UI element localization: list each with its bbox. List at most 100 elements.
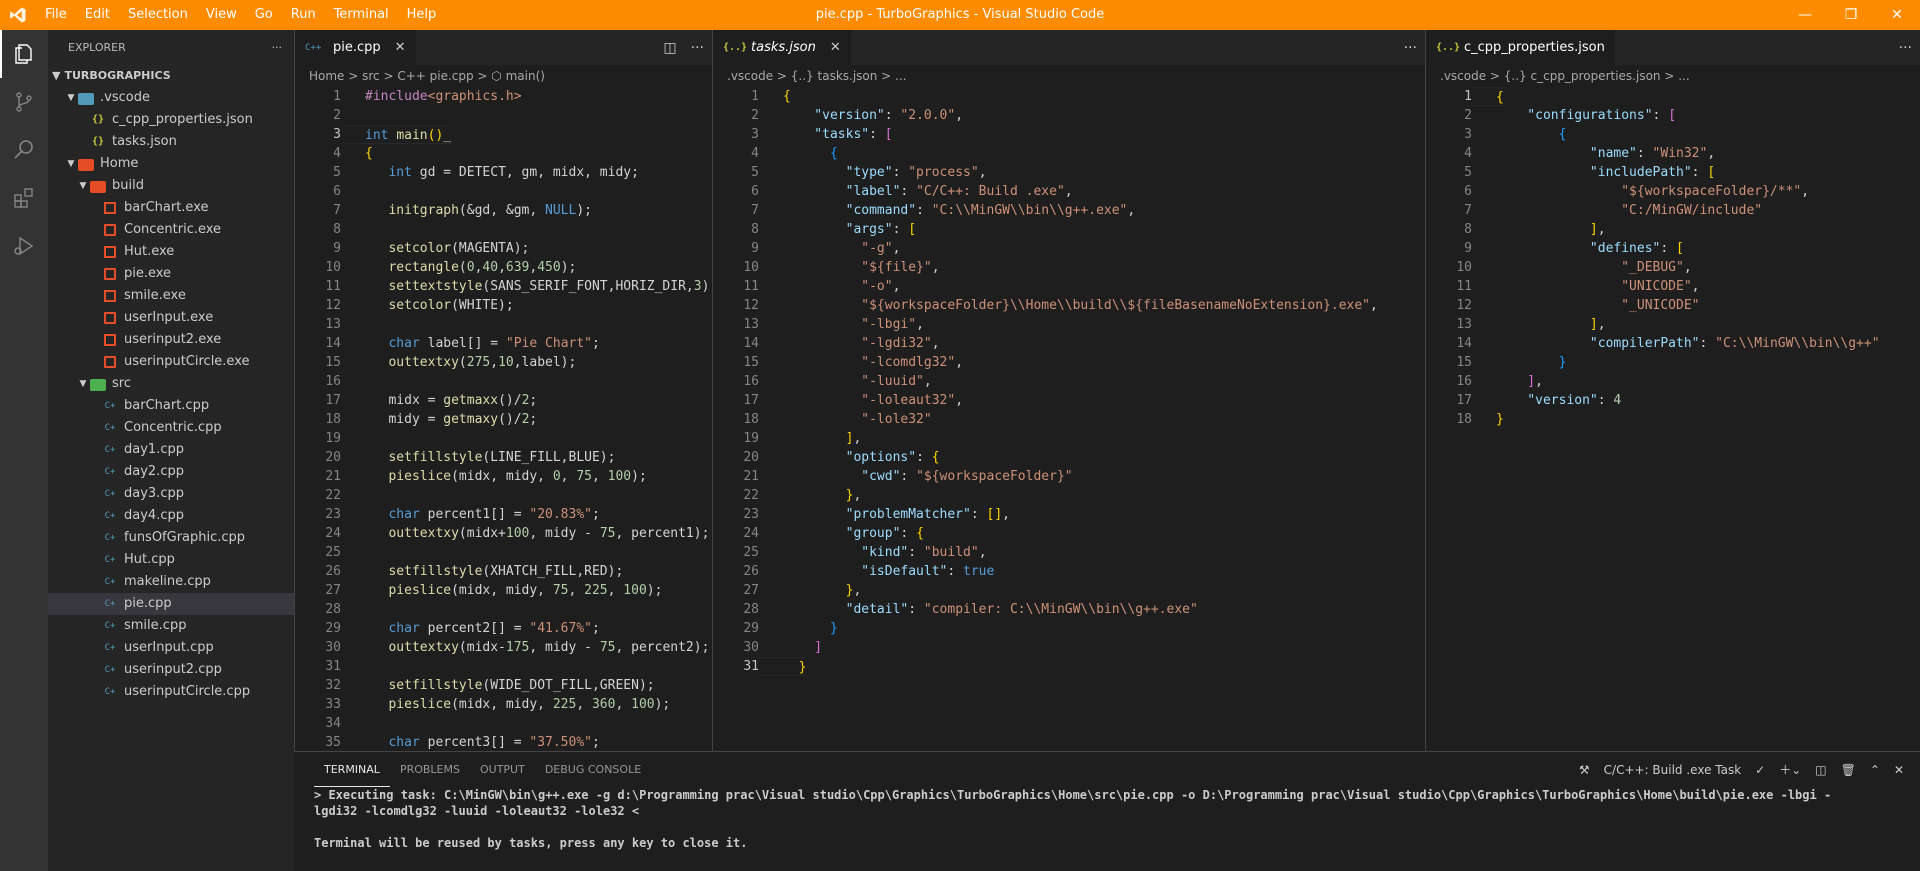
code-line[interactable]: 28 "detail": "compiler: C:\\MinGW\\bin\\… — [713, 600, 1425, 619]
panel-tab-output[interactable]: OUTPUT — [470, 752, 535, 787]
tree-folder[interactable]: ▼ .vscode — [48, 87, 294, 109]
code-line[interactable]: 19 ], — [713, 429, 1425, 448]
more-actions-icon[interactable]: ··· — [691, 40, 704, 56]
tree-folder[interactable]: ▼ src — [48, 373, 294, 395]
code-line[interactable]: 22 }, — [713, 486, 1425, 505]
code-line[interactable]: 15 } — [1426, 353, 1920, 372]
code-line[interactable]: 9 "-g", — [713, 239, 1425, 258]
menu-go[interactable]: Go — [246, 0, 282, 30]
trash-icon[interactable]: 🗑 — [1841, 763, 1856, 777]
restore-icon[interactable]: ❐ — [1828, 0, 1874, 30]
code-line[interactable]: 28 — [295, 600, 712, 619]
breadcrumb[interactable]: .vscode > {..} tasks.json > ... — [713, 65, 1425, 87]
run-debug-icon[interactable] — [0, 222, 48, 270]
code-line[interactable]: 2 "configurations": [ — [1426, 106, 1920, 125]
tree-file[interactable]: Hut.exe — [48, 241, 294, 263]
tree-file[interactable]: userinputCircle.exe — [48, 351, 294, 373]
tree-file[interactable]: userinput2.exe — [48, 329, 294, 351]
tree-file[interactable]: barChart.exe — [48, 197, 294, 219]
code-line[interactable]: 1 #include<graphics.h> — [295, 87, 712, 106]
code-line[interactable]: 1{ — [713, 87, 1425, 106]
workspace-root[interactable]: ▼ TURBOGRAPHICS — [48, 65, 294, 87]
code-line[interactable]: 7 "C:/MinGW/include" — [1426, 201, 1920, 220]
code-line[interactable]: 23 "problemMatcher": [], — [713, 505, 1425, 524]
search-icon[interactable] — [0, 126, 48, 174]
code-line[interactable]: 15 "-lcomdlg32", — [713, 353, 1425, 372]
code-line[interactable]: 3 int main()_ — [295, 125, 712, 144]
code-line[interactable]: 6 — [295, 182, 712, 201]
tree-file[interactable]: C+ pie.cpp — [48, 593, 294, 615]
tab-pie-cpp[interactable]: C++ pie.cpp ✕ — [295, 30, 417, 65]
code-line[interactable]: 27 pieslice(midx, midy, 75, 225, 100); — [295, 581, 712, 600]
tree-file[interactable]: C+ day3.cpp — [48, 483, 294, 505]
panel-tab-debug-console[interactable]: DEBUG CONSOLE — [535, 752, 651, 787]
code-line[interactable]: 18} — [1426, 410, 1920, 429]
close-icon[interactable]: ✕ — [395, 40, 406, 55]
code-line[interactable]: 3 "tasks": [ — [713, 125, 1425, 144]
code-line[interactable]: 12 "${workspaceFolder}\\Home\\build\\${f… — [713, 296, 1425, 315]
more-actions-icon[interactable]: ··· — [1404, 40, 1417, 56]
tree-file[interactable]: {} tasks.json — [48, 131, 294, 153]
code-line[interactable]: 3 { — [1426, 125, 1920, 144]
tree-file[interactable]: pie.exe — [48, 263, 294, 285]
code-line[interactable]: 33 pieslice(midx, midy, 225, 360, 100); — [295, 695, 712, 714]
close-panel-icon[interactable]: ✕ — [1894, 763, 1904, 777]
code-line[interactable]: 6 "label": "C/C++: Build .exe", — [713, 182, 1425, 201]
code-area[interactable]: 1{2 "version": "2.0.0", 3 "tasks": [4 {5 … — [713, 87, 1425, 751]
menu-edit[interactable]: Edit — [76, 0, 119, 30]
code-line[interactable]: 1{ — [1426, 87, 1920, 106]
code-line[interactable]: 29 char percent2[] = "41.67%"; — [295, 619, 712, 638]
code-line[interactable]: 17 midx = getmaxx()/2; — [295, 391, 712, 410]
code-line[interactable]: 9 setcolor(MAGENTA); — [295, 239, 712, 258]
code-line[interactable]: 4{ — [295, 144, 712, 163]
code-line[interactable]: 4 { — [713, 144, 1425, 163]
code-area[interactable]: 1 #include<graphics.h> 2 3 int main()_ 4{5 in… — [295, 87, 712, 751]
menu-selection[interactable]: Selection — [119, 0, 197, 30]
close-icon[interactable]: ✕ — [830, 40, 841, 55]
extensions-icon[interactable] — [0, 174, 48, 222]
tree-file[interactable]: C+ day2.cpp — [48, 461, 294, 483]
menu-view[interactable]: View — [197, 0, 246, 30]
new-terminal-icon[interactable]: ＋⌄ — [1779, 761, 1801, 778]
tree-file[interactable]: C+ smile.cpp — [48, 615, 294, 637]
code-line[interactable]: 8 "args": [ — [713, 220, 1425, 239]
tree-file[interactable]: smile.exe — [48, 285, 294, 307]
menu-terminal[interactable]: Terminal — [325, 0, 398, 30]
code-line[interactable]: 26 setfillstyle(XHATCH_FILL,RED); — [295, 562, 712, 581]
code-line[interactable]: 35 char percent3[] = "37.50%"; — [295, 733, 712, 751]
code-line[interactable]: 10 rectangle(0,40,639,450); — [295, 258, 712, 277]
code-line[interactable]: 7 "command": "C:\\MinGW\\bin\\g++.exe", — [713, 201, 1425, 220]
code-line[interactable]: 24 "group": { — [713, 524, 1425, 543]
code-line[interactable]: 2 — [295, 106, 712, 125]
breadcrumb[interactable]: .vscode > {..} c_cpp_properties.json > .… — [1426, 65, 1920, 87]
tree-folder[interactable]: ▼ build — [48, 175, 294, 197]
tree-file[interactable]: Concentric.exe — [48, 219, 294, 241]
minimize-icon[interactable]: — — [1782, 0, 1828, 30]
code-line[interactable]: 31 — [295, 657, 712, 676]
tree-file[interactable]: C+ day1.cpp — [48, 439, 294, 461]
code-line[interactable]: 30 ] — [713, 638, 1425, 657]
code-line[interactable]: 19 — [295, 429, 712, 448]
explorer-icon[interactable] — [0, 30, 48, 78]
code-area[interactable]: 1{2 "configurations": [3 {4 "name": "Win… — [1426, 87, 1920, 751]
code-line[interactable]: 17 "version": 4 — [1426, 391, 1920, 410]
code-line[interactable]: 32 setfillstyle(WIDE_DOT_FILL,GREEN); — [295, 676, 712, 695]
code-line[interactable]: 22 — [295, 486, 712, 505]
code-line[interactable]: 12 "_UNICODE" — [1426, 296, 1920, 315]
menu-run[interactable]: Run — [282, 0, 325, 30]
code-line[interactable]: 5 "type": "process", — [713, 163, 1425, 182]
tree-file[interactable]: C+ userInput.cpp — [48, 637, 294, 659]
maximize-panel-icon[interactable]: ⌃ — [1870, 763, 1880, 777]
code-line[interactable]: 16 — [295, 372, 712, 391]
code-line[interactable]: 5 "includePath": [ — [1426, 163, 1920, 182]
tree-file[interactable]: C+ Hut.cpp — [48, 549, 294, 571]
code-line[interactable]: 11 settextstyle(SANS_SERIF_FONT,HORIZ_DI… — [295, 277, 712, 296]
code-line[interactable]: 14 "compilerPath": "C:\\MinGW\\bin\\g++" — [1426, 334, 1920, 353]
code-line[interactable]: 20 "options": { — [713, 448, 1425, 467]
code-line[interactable]: 31 } — [713, 657, 1425, 676]
code-line[interactable]: 10 "${file}", — [713, 258, 1425, 277]
code-line[interactable]: 11 "-o", — [713, 277, 1425, 296]
menu-file[interactable]: File — [36, 0, 76, 30]
split-terminal-icon[interactable]: ◫ — [1815, 763, 1826, 777]
code-line[interactable]: 5 int gd = DETECT, gm, midx, midy; — [295, 163, 712, 182]
